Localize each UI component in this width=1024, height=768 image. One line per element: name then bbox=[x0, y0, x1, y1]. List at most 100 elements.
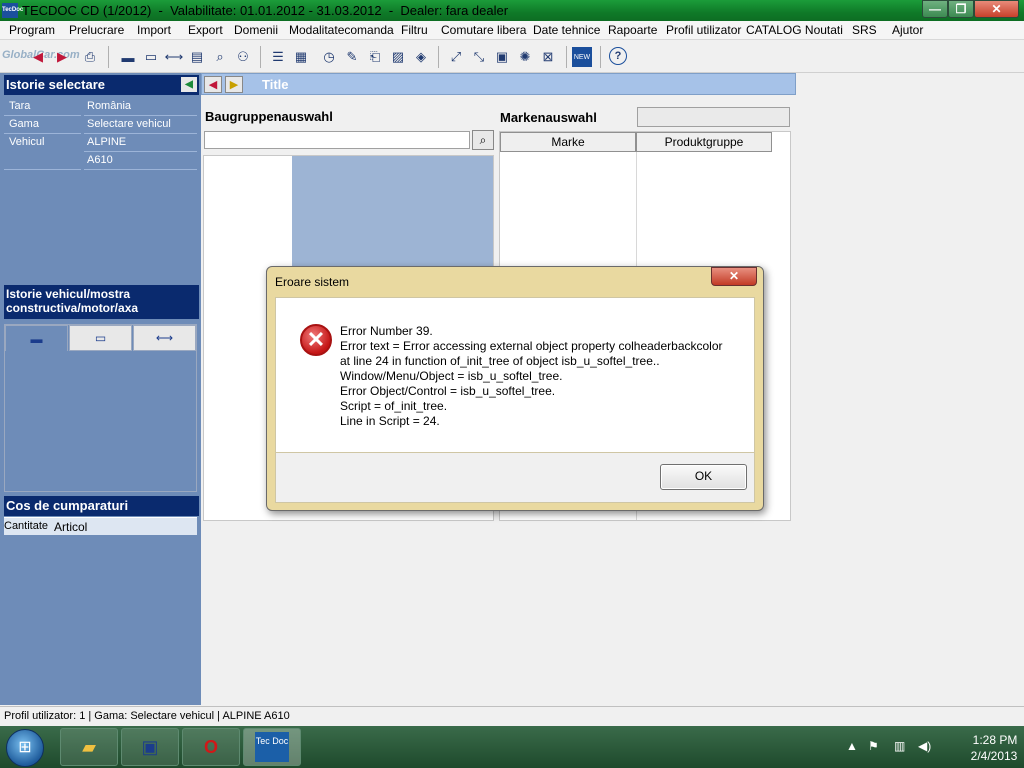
menu-rapoarte[interactable]: Rapoarte bbox=[608, 23, 657, 37]
engine-icon[interactable]: ▭ bbox=[141, 47, 161, 67]
history-value[interactable]: Selectare vehicul bbox=[84, 116, 197, 134]
axle-icon[interactable]: ⟷ bbox=[164, 47, 184, 67]
help-icon[interactable]: ? bbox=[609, 47, 627, 65]
windows-logo-icon: ⊞ bbox=[18, 739, 32, 756]
wheel-icon[interactable]: ✺ bbox=[515, 47, 535, 67]
show-hidden-icons-icon[interactable]: ▲ bbox=[846, 739, 858, 753]
taskbar-disk-tool[interactable]: ▣ bbox=[121, 728, 179, 766]
new-icon[interactable]: NEW bbox=[572, 47, 592, 67]
page-title: Title bbox=[262, 77, 289, 92]
menu-comutare-libera[interactable]: Comutare libera bbox=[441, 23, 526, 37]
menu-domenii[interactable]: Domenii bbox=[234, 23, 278, 37]
book-icon[interactable]: ◈ bbox=[411, 47, 431, 67]
clock-date[interactable]: 2/4/2013 bbox=[964, 749, 1024, 763]
history-value[interactable]: ALPINE bbox=[84, 134, 197, 152]
history-value[interactable]: România bbox=[84, 98, 197, 116]
menu-prelucrare[interactable]: Prelucrare bbox=[69, 23, 124, 37]
taskbar-explorer[interactable]: ▰ bbox=[60, 728, 118, 766]
left-panel: Istorie selectare ◀ Tara România Gama Se… bbox=[0, 73, 201, 705]
menu-catalog-noutati[interactable]: CATALOG Noutati bbox=[746, 23, 843, 37]
menu-srs[interactable]: SRS bbox=[852, 23, 877, 37]
dialog-body: ✕ Error Number 39. Error text = Error ac… bbox=[275, 297, 755, 453]
history-row: A610 bbox=[4, 152, 197, 170]
back-arrow-icon[interactable]: ◀ bbox=[28, 47, 48, 67]
tab-vehicle[interactable]: ▬ bbox=[5, 325, 68, 351]
main-title-strip: ◀ ▶ Title bbox=[201, 73, 796, 95]
menu-program[interactable]: Program bbox=[9, 23, 55, 37]
minimize-button[interactable]: — bbox=[922, 0, 948, 18]
dialog-close-button[interactable]: ✕ bbox=[711, 267, 757, 286]
history-key: Tara bbox=[4, 98, 81, 116]
column-header-produktgruppe[interactable]: Produktgruppe bbox=[636, 132, 772, 152]
menu-ajutor[interactable]: Ajutor bbox=[892, 23, 923, 37]
clock-time[interactable]: 1:28 PM bbox=[970, 733, 1020, 747]
chart-icon[interactable]: ⤢ bbox=[446, 47, 466, 67]
error-line: Error Number 39. bbox=[340, 324, 433, 338]
toolbar-separator bbox=[600, 46, 601, 68]
tools-icon[interactable]: ✎ bbox=[342, 47, 362, 67]
restore-button[interactable]: ❐ bbox=[948, 0, 974, 18]
parts-icon[interactable]: ⊠ bbox=[538, 47, 558, 67]
menu-export[interactable]: Export bbox=[188, 23, 223, 37]
calc-icon[interactable]: ▣ bbox=[492, 47, 512, 67]
person-search-icon[interactable]: ⚇ bbox=[233, 47, 253, 67]
opera-icon: O bbox=[203, 736, 218, 757]
vehicle-history-box: ▬ ▭ ⟷ bbox=[4, 324, 197, 492]
menu-modalitatecomanda[interactable]: Modalitatecomanda bbox=[289, 23, 394, 37]
taskbar-tecdoc[interactable]: Tec Doc bbox=[243, 728, 301, 766]
menu-import[interactable]: Import bbox=[137, 23, 171, 37]
marken-filter-box[interactable] bbox=[637, 107, 790, 127]
close-button[interactable]: ✕ bbox=[974, 0, 1019, 18]
document-icon[interactable]: ⎗ bbox=[365, 47, 385, 67]
cart-column-article[interactable]: Articol bbox=[54, 520, 87, 534]
tab-axle[interactable]: ⟷ bbox=[133, 325, 196, 351]
image-icon[interactable]: ▨ bbox=[388, 47, 408, 67]
car-icon[interactable]: ▬ bbox=[118, 47, 138, 67]
system-tray: ▲ ⚑ ▥ ◀) 1:28 PM 2/4/2013 bbox=[824, 726, 1024, 768]
cart-header: Cos de cumparaturi bbox=[4, 496, 199, 516]
network-icon[interactable]: ▥ bbox=[894, 739, 905, 753]
print-icon[interactable]: ⎙ bbox=[80, 47, 100, 67]
history-value[interactable]: A610 bbox=[84, 152, 197, 170]
tecdoc-taskbar-icon: Tec Doc bbox=[255, 732, 289, 762]
edit-icon[interactable]: ⤡ bbox=[469, 47, 489, 67]
table-icon[interactable]: ▦ bbox=[291, 47, 311, 67]
baugruppe-label: Baugruppenauswahl bbox=[205, 109, 333, 124]
tecdoc-app-icon: TecDoc bbox=[2, 3, 23, 18]
flag-icon[interactable]: ⚑ bbox=[868, 739, 879, 753]
column-header-marke[interactable]: Marke bbox=[500, 132, 636, 152]
car-icon: ▬ bbox=[30, 331, 43, 346]
search-input[interactable] bbox=[204, 131, 470, 149]
history-key: Gama bbox=[4, 116, 81, 134]
engine-icon: ▭ bbox=[94, 331, 107, 345]
error-line: at line 24 in function of_init_tree of o… bbox=[340, 354, 660, 368]
ok-button[interactable]: OK bbox=[660, 464, 747, 490]
menu-filtru[interactable]: Filtru bbox=[401, 23, 428, 37]
history-header: Istorie selectare ◀ bbox=[4, 75, 199, 95]
forward-arrow-icon[interactable]: ▶ bbox=[52, 47, 72, 67]
list-icon[interactable]: ☰ bbox=[268, 47, 288, 67]
folder-icon: ▰ bbox=[82, 736, 96, 757]
forward-arrow-icon[interactable]: ▶ bbox=[225, 76, 243, 93]
cart-columns: Cantitate Articol bbox=[4, 517, 197, 535]
error-line: Error text = Error accessing external ob… bbox=[340, 339, 723, 353]
taskbar-opera[interactable]: O bbox=[182, 728, 240, 766]
cart-column-quantity[interactable]: Cantitate bbox=[4, 520, 48, 532]
history-header-label: Istorie selectare bbox=[6, 77, 106, 92]
toolbar-separator bbox=[566, 46, 567, 68]
back-arrow-icon[interactable]: ◀ bbox=[204, 76, 222, 93]
search-button[interactable]: ⌕ bbox=[472, 130, 494, 150]
start-button[interactable]: ⊞ bbox=[6, 729, 44, 767]
truck-icon[interactable]: ▤ bbox=[187, 47, 207, 67]
menu-date-tehnice[interactable]: Date tehnice bbox=[533, 23, 600, 37]
tab-engine[interactable]: ▭ bbox=[69, 325, 132, 351]
toolbar-separator bbox=[438, 46, 439, 68]
clock-icon[interactable]: ◷ bbox=[319, 47, 339, 67]
tree-selection-area bbox=[292, 156, 493, 272]
search-icon: ⌕ bbox=[479, 132, 487, 147]
search-icon[interactable]: ⌕ bbox=[210, 47, 230, 67]
volume-icon[interactable]: ◀) bbox=[918, 739, 931, 753]
menu-profil-utilizator[interactable]: Profil utilizator bbox=[666, 23, 741, 37]
toolbar-separator bbox=[108, 46, 109, 68]
collapse-panel-icon[interactable]: ◀ bbox=[181, 77, 197, 92]
